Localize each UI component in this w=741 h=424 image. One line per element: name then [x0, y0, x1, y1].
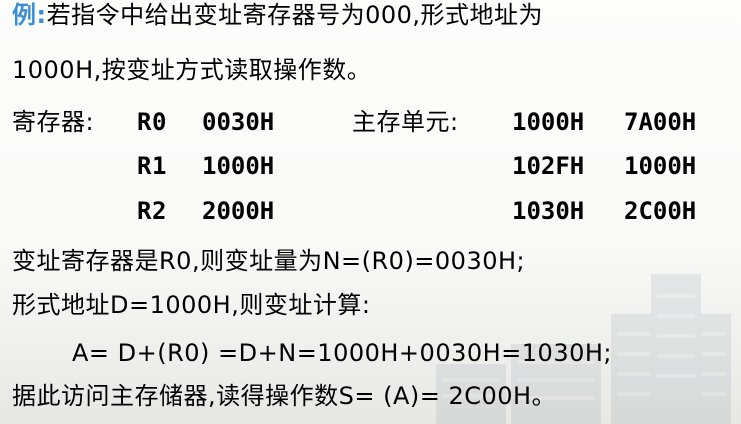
register-name: R2 — [137, 197, 167, 225]
memory-address: 102FH — [512, 152, 585, 180]
window-row — [617, 352, 725, 356]
register-value: 2000H — [202, 197, 275, 225]
window-row — [617, 332, 725, 336]
memory-label: 主存单元: — [352, 108, 459, 136]
register-name: R1 — [137, 152, 167, 180]
solution-line-4: 据此访问主存储器,读得操作数S= (A)= 2C00H。 — [12, 382, 557, 410]
window-row — [617, 372, 725, 376]
building-block — [611, 314, 731, 424]
building-tower — [651, 274, 701, 424]
memory-value: 1000H — [624, 152, 697, 180]
register-value: 1000H — [202, 152, 275, 180]
solution-line-3: A= D+(R0) =D+N=1000H+0030H=1030H; — [72, 339, 612, 367]
window-row — [657, 334, 695, 338]
window-row — [617, 392, 725, 396]
memory-value: 7A00H — [624, 108, 697, 136]
window-row — [657, 374, 695, 378]
register-value: 0030H — [202, 108, 275, 136]
register-name: R0 — [137, 108, 167, 136]
registers-label: 寄存器: — [12, 108, 95, 136]
memory-address: 1030H — [512, 197, 585, 225]
memory-value: 2C00H — [624, 197, 697, 225]
problem-line-2: 1000H,按变址方式读取操作数。 — [12, 56, 372, 84]
problem-line-1: 例:若指令中给出变址寄存器号为000,形式地址为 — [12, 3, 543, 27]
solution-line-1: 变址寄存器是R0,则变址量为N=(R0)=0030H; — [12, 247, 526, 275]
solution-line-2: 形式地址D=1000H,则变址计算: — [12, 291, 371, 319]
window-row — [657, 314, 695, 318]
problem-text-1: 若指令中给出变址寄存器号为000,形式地址为 — [46, 1, 544, 29]
register-memory-table: 寄存器: R0 0030H R1 1000H R2 2000H 主存单元: 10… — [12, 110, 736, 230]
window-row — [657, 294, 695, 298]
example-label: 例: — [12, 1, 47, 29]
window-row — [657, 354, 695, 358]
memory-address: 1000H — [512, 108, 585, 136]
